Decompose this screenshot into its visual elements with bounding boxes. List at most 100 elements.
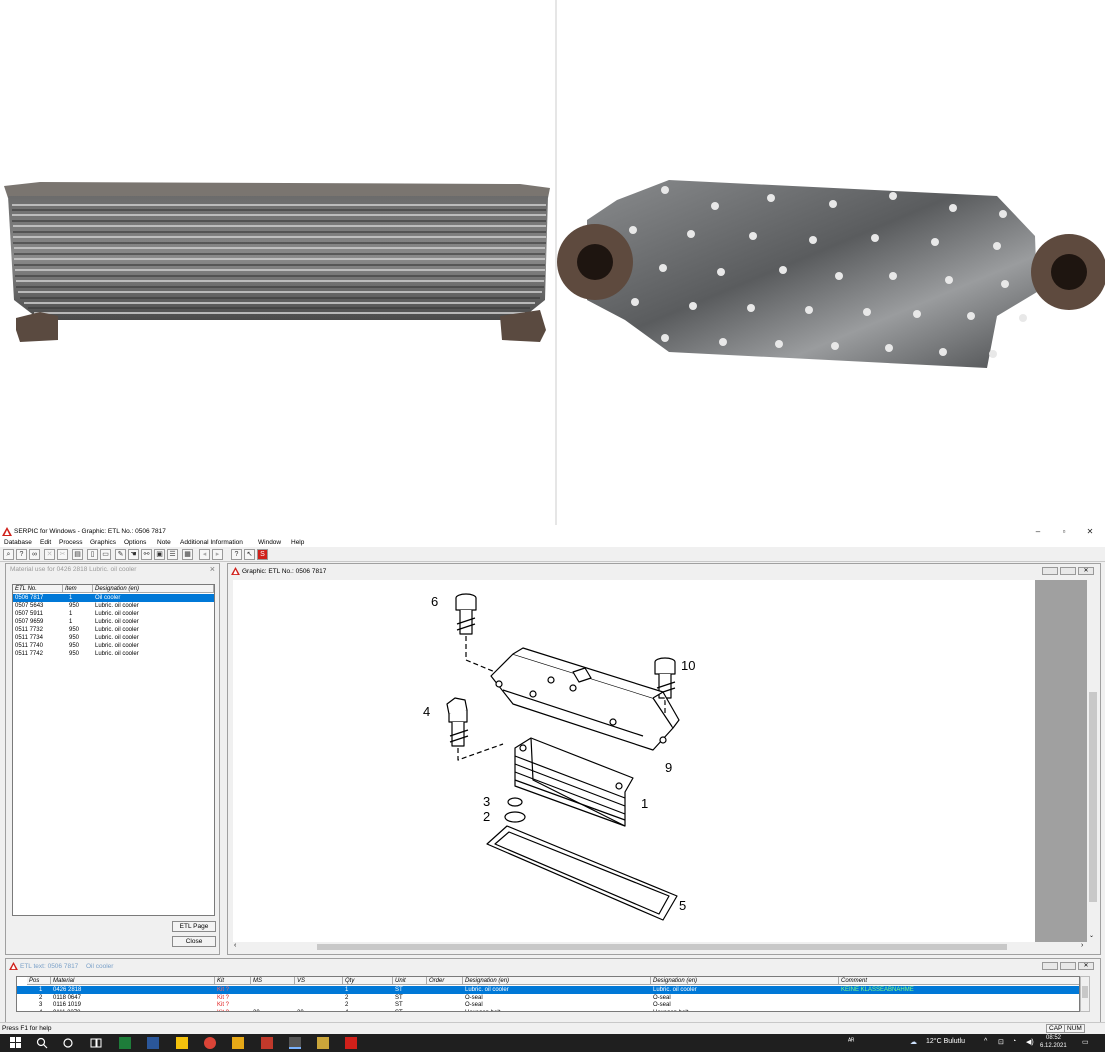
vertical-scroll-thumb[interactable] xyxy=(1089,692,1097,902)
etl-column-header[interactable]: VS xyxy=(295,977,343,985)
folder-icon[interactable] xyxy=(317,1037,329,1049)
etl-close-button[interactable]: ✕ xyxy=(1078,962,1094,970)
etl-column-header[interactable]: Material xyxy=(51,977,215,985)
etl-column-header[interactable]: MS xyxy=(251,977,295,985)
material-row[interactable]: 0511 7732 950 Lubric. oil cooler xyxy=(13,626,214,634)
app-icon-red[interactable] xyxy=(261,1037,273,1049)
menu-bar: Database Edit Process Graphics Options N… xyxy=(0,538,1105,547)
etl-column-header[interactable]: Qty xyxy=(343,977,393,985)
close-window-button[interactable]: ✕ xyxy=(1077,525,1103,538)
etl-column-header[interactable]: Comment xyxy=(839,977,1079,985)
tile-icon[interactable]: ▦ xyxy=(182,549,193,560)
close-button[interactable]: Close xyxy=(172,936,216,947)
forward-arrow-icon[interactable]: ▸ xyxy=(212,549,223,560)
etl-column-header[interactable]: Kit xyxy=(215,977,251,985)
menu-edit[interactable]: Edit xyxy=(40,539,51,546)
scroll-left-icon[interactable]: ‹ xyxy=(234,942,236,949)
notification-icon[interactable]: ▭ xyxy=(1082,1038,1089,1046)
serpic-taskbar-icon[interactable] xyxy=(289,1037,301,1049)
material-column-item[interactable]: Item xyxy=(63,585,93,593)
menu-graphics[interactable]: Graphics xyxy=(90,539,116,546)
clock-time[interactable]: 08:52 xyxy=(1046,1035,1061,1041)
menu-window[interactable]: Window xyxy=(258,539,281,546)
excel-icon[interactable] xyxy=(119,1037,131,1049)
tray-chevron-icon[interactable]: ^ xyxy=(984,1038,987,1045)
etl-parts-table[interactable]: Pos Material Kit MS VS Qty Unit Order Designatio… xyxy=(16,976,1080,1012)
etl-column-header[interactable]: Pos xyxy=(27,977,51,985)
app-icon-red-2[interactable] xyxy=(345,1037,357,1049)
open-folder-icon[interactable]: ▭ xyxy=(100,549,111,560)
find-icon[interactable]: ? xyxy=(16,549,27,560)
clock-date[interactable]: 6.12.2021 xyxy=(1040,1043,1067,1049)
material-row[interactable]: 0506 7817 1 Oil cooler xyxy=(13,594,214,602)
material-cell-designation: Lubric. oil cooler xyxy=(95,635,139,641)
accessibility-icon[interactable]: ᴬᴿ xyxy=(848,1038,854,1045)
etl-row[interactable]: 4 0111 2378 Kit ? 20 20 4 ST Hexagon bolt Hexago… xyxy=(17,1009,1079,1012)
graphic-close-button[interactable]: ✕ xyxy=(1078,567,1094,575)
wifi-icon[interactable]: ◔ xyxy=(1012,1038,1016,1045)
help-icon[interactable]: ? xyxy=(231,549,242,560)
back-arrow-icon[interactable]: ◂ xyxy=(199,549,210,560)
menu-process[interactable]: Process xyxy=(59,539,82,546)
menu-additional-information[interactable]: Additional Information xyxy=(180,539,243,546)
word-icon[interactable] xyxy=(147,1037,159,1049)
etl-column-header[interactable]: Designation (en) xyxy=(651,977,839,985)
task-view-icon[interactable] xyxy=(90,1037,102,1049)
outlook-icon[interactable] xyxy=(232,1037,244,1049)
etl-restore-button[interactable] xyxy=(1060,962,1076,970)
material-row[interactable]: 0507 5643 950 Lubric. oil cooler xyxy=(13,602,214,610)
material-row[interactable]: 0507 9659 1 Lubric. oil cooler xyxy=(13,618,214,626)
chrome-icon[interactable] xyxy=(204,1037,216,1049)
volume-icon[interactable]: ◀) xyxy=(1026,1038,1034,1046)
weather-text[interactable]: 12°C Bulutlu xyxy=(926,1038,965,1045)
hand-tool-icon[interactable]: ☚ xyxy=(128,549,139,560)
material-row[interactable]: 0511 7740 950 Lubric. oil cooler xyxy=(13,642,214,650)
sis-icon[interactable]: S xyxy=(257,549,268,560)
horizontal-scroll-thumb[interactable] xyxy=(317,944,1007,950)
menu-options[interactable]: Options xyxy=(124,539,146,546)
exploded-view-drawing[interactable]: 6 10 4 9 3 1 2 5 xyxy=(233,580,1035,942)
graphic-minimize-button[interactable] xyxy=(1042,567,1058,575)
menu-note[interactable]: Note xyxy=(157,539,171,546)
scroll-down-icon[interactable]: ⌄ xyxy=(1089,932,1094,939)
material-row[interactable]: 0507 5911 1 Lubric. oil cooler xyxy=(13,610,214,618)
scroll-right-icon[interactable]: › xyxy=(1081,942,1083,949)
material-column-designation[interactable]: Designation (en) xyxy=(93,585,214,593)
windows-start-icon[interactable] xyxy=(10,1037,22,1049)
context-help-icon[interactable]: ↖ xyxy=(244,549,255,560)
network-icon[interactable]: ⊡ xyxy=(998,1038,1004,1046)
etl-column-header[interactable]: Designation (en) xyxy=(463,977,651,985)
etl-column-header[interactable]: Unit xyxy=(393,977,427,985)
print-icon[interactable]: ▤ xyxy=(72,549,83,560)
etl-vertical-scrollbar[interactable] xyxy=(1080,976,1090,1012)
cortana-icon[interactable] xyxy=(62,1037,74,1049)
material-column-etl[interactable]: ETL No. xyxy=(13,585,63,593)
window-icon[interactable]: ▣ xyxy=(154,549,165,560)
pencil-icon[interactable]: ✎ xyxy=(115,549,126,560)
exploded-view-svg: 6 10 4 9 3 1 2 5 xyxy=(423,593,695,921)
graphic-horizontal-scrollbar[interactable]: ‹ › xyxy=(233,942,1087,952)
new-document-icon[interactable]: ▯ xyxy=(87,549,98,560)
graphic-vertical-scrollbar[interactable]: ⌄ xyxy=(1087,580,1099,942)
file-explorer-icon[interactable] xyxy=(176,1037,188,1049)
list-icon[interactable]: ☰ xyxy=(167,549,178,560)
material-row[interactable]: 0511 7742 950 Lubric. oil cooler xyxy=(13,650,214,658)
material-row[interactable]: 0511 7734 950 Lubric. oil cooler xyxy=(13,634,214,642)
etl-minimize-button[interactable] xyxy=(1042,962,1058,970)
menu-help[interactable]: Help xyxy=(291,539,304,546)
menu-database[interactable]: Database xyxy=(4,539,32,546)
etl-scroll-thumb[interactable] xyxy=(1082,986,1088,998)
binoculars-icon[interactable]: ⌕ xyxy=(3,549,14,560)
search-icon[interactable] xyxy=(36,1037,48,1049)
graphic-restore-button[interactable] xyxy=(1060,567,1076,575)
etl-page-button[interactable]: ETL Page xyxy=(172,921,216,932)
chain-icon[interactable]: ⚯ xyxy=(141,549,152,560)
etl-column-header[interactable]: Order xyxy=(427,977,463,985)
scissors-icon[interactable]: ✂ xyxy=(57,549,68,560)
cut-icon[interactable]: ✕ xyxy=(44,549,55,560)
minimize-button[interactable]: – xyxy=(1025,525,1051,538)
maximize-button[interactable]: ▫ xyxy=(1051,525,1077,538)
link-icon[interactable]: ∞ xyxy=(29,549,40,560)
material-panel-close-icon[interactable]: × xyxy=(210,564,215,574)
material-list[interactable]: ETL No. Item Designation (en) 0506 7817 1… xyxy=(12,584,215,916)
